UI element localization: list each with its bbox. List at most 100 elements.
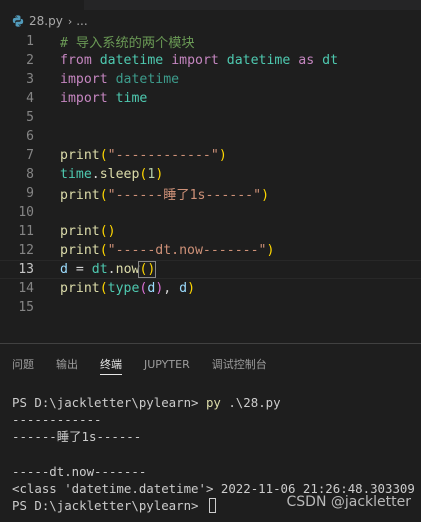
code-token: (: [99, 148, 108, 163]
terminal-command: py: [205, 395, 221, 410]
tab-problems[interactable]: 问题: [12, 344, 34, 384]
code-token: (): [138, 261, 157, 278]
code-token: import: [60, 72, 108, 87]
line-number: 15: [18, 300, 34, 315]
code-line[interactable]: 8 time.sleep(1): [0, 165, 421, 184]
code-token: # 导入系统的两个模块: [60, 36, 195, 51]
line-number: 14: [18, 281, 34, 296]
line-number: 9: [26, 186, 34, 201]
code-token: from: [60, 53, 92, 68]
terminal-line: ------------: [12, 412, 102, 428]
line-number: 6: [26, 129, 34, 144]
code-line[interactable]: 10: [0, 203, 421, 222]
code-token: (: [99, 281, 108, 296]
code-line[interactable]: 4 import time: [0, 89, 421, 108]
code-line[interactable]: 6: [0, 127, 421, 146]
code-line[interactable]: 7 print("------------"): [0, 146, 421, 165]
code-token: "-----dt.now-------": [107, 243, 267, 258]
line-number: 1: [26, 34, 34, 49]
code-token: (: [99, 188, 108, 203]
code-token: .: [107, 262, 116, 277]
line-number: 2: [26, 53, 34, 68]
terminal-prompt: PS D:\jackletter\pylearn>: [12, 395, 206, 410]
code-line[interactable]: 1 # 导入系统的两个模块: [0, 32, 421, 51]
code-token: datetime: [115, 72, 180, 87]
tab-terminal[interactable]: 终端: [100, 344, 122, 384]
tab-output[interactable]: 输出: [56, 344, 78, 384]
code-token: type: [107, 281, 140, 296]
code-line[interactable]: 12 print("-----dt.now-------"): [0, 241, 421, 260]
terminal-line: ------睡了1s------: [12, 429, 142, 445]
code-token: sleep: [99, 167, 140, 182]
line-number: 13: [18, 262, 34, 277]
code-token: time: [115, 91, 148, 106]
tab-jupyter[interactable]: JUPYTER: [144, 344, 190, 384]
code-token: datetime: [99, 53, 164, 68]
code-token: now: [115, 262, 140, 277]
chevron-right-icon: ›: [67, 14, 73, 28]
code-token: d: [60, 262, 68, 277]
code-line[interactable]: 3 import datetime: [0, 70, 421, 89]
code-token: "------睡了1s------": [107, 188, 262, 203]
tab-debug-console[interactable]: 调试控制台: [212, 344, 267, 384]
code-line[interactable]: 14 print(type(d), d): [0, 279, 421, 298]
watermark: CSDN @jackletter: [286, 494, 412, 510]
code-token: print: [60, 224, 100, 239]
code-token: print: [60, 281, 100, 296]
breadcrumb-ellipsis[interactable]: ...: [76, 14, 87, 28]
code-token: .: [91, 167, 100, 182]
breadcrumb: 28.py › ...: [0, 10, 421, 32]
line-number: 11: [18, 224, 34, 239]
code-token: d: [179, 281, 188, 296]
code-token: "------------": [107, 148, 219, 163]
code-line[interactable]: 11 print(): [0, 222, 421, 241]
code-line[interactable]: 2 from datetime import datetime as dt: [0, 51, 421, 70]
code-line[interactable]: 9 print("------睡了1s------"): [0, 184, 421, 203]
code-line-current[interactable]: 13 d = dt.now(): [0, 260, 421, 279]
code-token: datetime: [226, 53, 291, 68]
python-file-icon: [12, 15, 24, 27]
vscode-window: 28.py › ... 1 # 导入系统的两个模块 2 from datetim…: [0, 0, 421, 522]
line-number: 8: [26, 167, 34, 182]
code-token: ): [218, 148, 227, 163]
code-token: print: [60, 148, 100, 163]
code-token: as: [298, 53, 315, 68]
terminal-cursor[interactable]: [208, 498, 216, 514]
line-number: 12: [18, 243, 34, 258]
terminal-args: .\28.py: [220, 395, 281, 410]
code-line[interactable]: 5: [0, 108, 421, 127]
line-number: 7: [26, 148, 34, 163]
code-token: ): [266, 243, 275, 258]
code-token: dt: [91, 262, 108, 277]
code-token: import: [171, 53, 219, 68]
terminal-prompt: PS D:\jackletter\pylearn>: [12, 498, 206, 514]
code-token: import: [60, 91, 108, 106]
breadcrumb-filename[interactable]: 28.py: [29, 14, 63, 28]
tab-strip: [0, 0, 421, 10]
code-token: (: [99, 243, 108, 258]
code-token: print: [60, 243, 100, 258]
terminal-line: PS D:\jackletter\pylearn> py .\28.py: [12, 394, 417, 411]
code-token: print: [60, 188, 100, 203]
code-token: =: [67, 262, 92, 277]
code-token: ): [155, 167, 164, 182]
code-token: ): [187, 281, 196, 296]
code-token: time: [60, 167, 92, 182]
code-token: ): [261, 188, 270, 203]
panel-tab-bar: 问题 输出 终端 JUPYTER 调试控制台: [0, 344, 421, 384]
line-number: 4: [26, 91, 34, 106]
code-line[interactable]: 15: [0, 298, 421, 317]
code-editor[interactable]: 1 # 导入系统的两个模块 2 from datetime import dat…: [0, 32, 421, 337]
code-token: dt: [322, 53, 339, 68]
code-token: ,: [163, 281, 180, 296]
bottom-panel: 问题 输出 终端 JUPYTER 调试控制台 PS D:\jackletter\…: [0, 343, 421, 522]
line-number: 5: [26, 110, 34, 125]
tab-28-py[interactable]: [0, 0, 84, 10]
